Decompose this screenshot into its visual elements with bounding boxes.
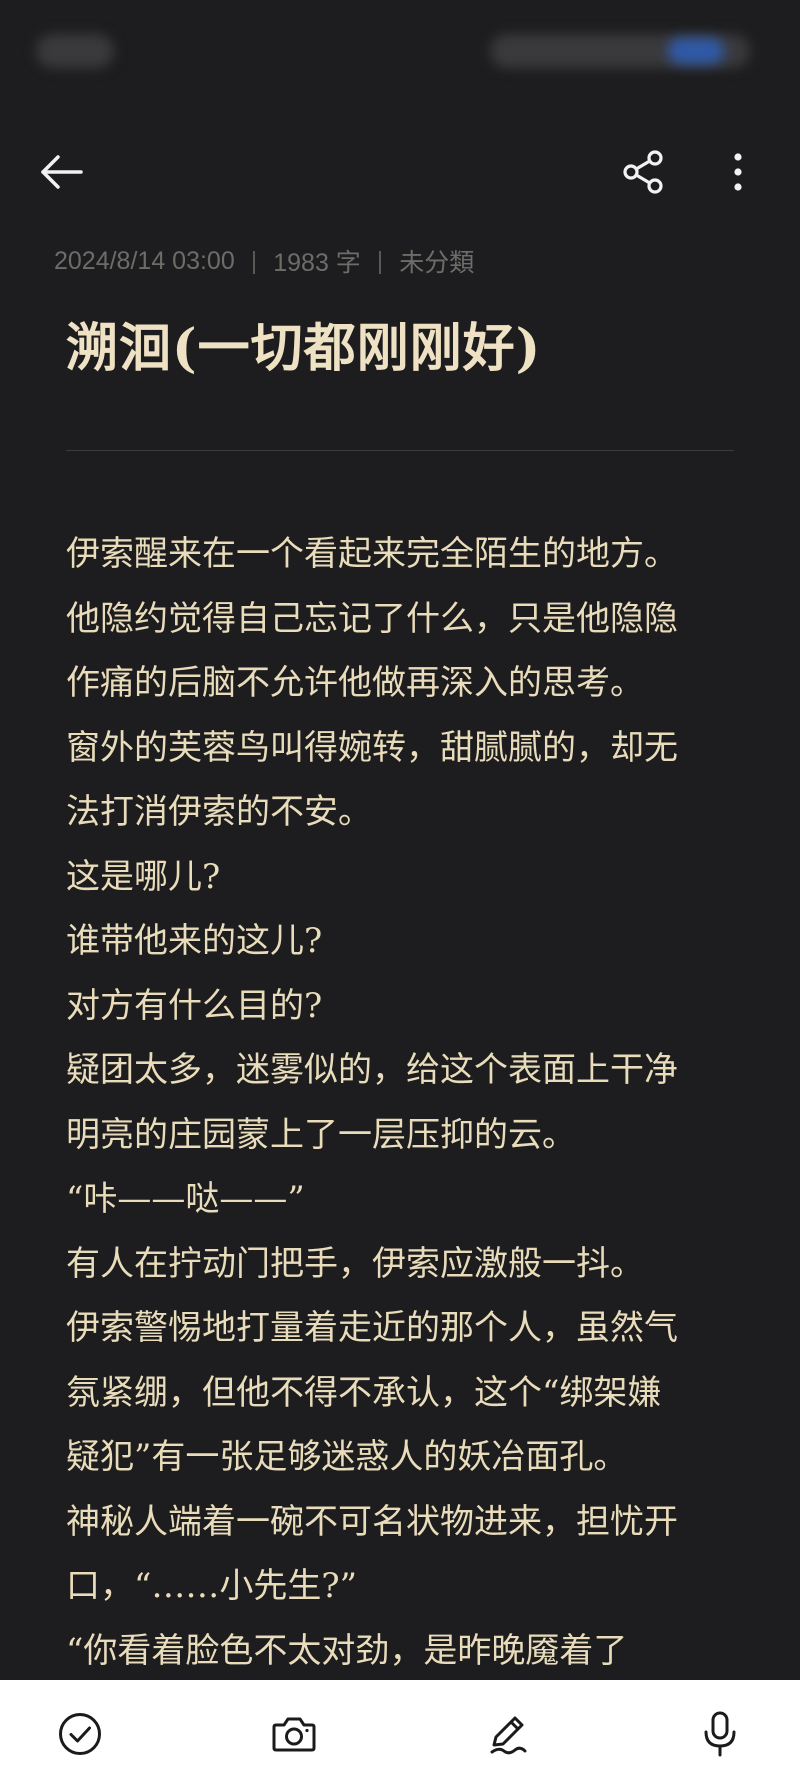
meta-separator: | bbox=[376, 246, 384, 275]
top-toolbar bbox=[0, 120, 800, 220]
note-title[interactable]: 溯洄(一切都刚刚好) bbox=[66, 312, 746, 386]
status-time-blurred bbox=[36, 34, 114, 68]
camera-button[interactable] bbox=[262, 1702, 326, 1766]
camera-icon bbox=[272, 1717, 316, 1752]
more-options-button[interactable] bbox=[706, 140, 770, 204]
pen-icon bbox=[490, 1716, 527, 1755]
body-line: 神秘人端着一碗不可名状物进来，担忧开 bbox=[66, 1501, 678, 1542]
arrow-left-icon bbox=[41, 155, 83, 189]
body-line: “咔——哒——” bbox=[66, 1179, 305, 1219]
status-bar bbox=[0, 0, 800, 110]
note-category[interactable]: 未分類 bbox=[399, 243, 474, 279]
body-line: 伊索醒来在一个看起来完全陌生的地方。 bbox=[66, 534, 678, 574]
body-line: 对方有什么目的? bbox=[66, 985, 323, 1026]
back-button[interactable] bbox=[30, 140, 94, 204]
note-meta: 2024/8/14 03:00 | 1983 字 | 未分類 bbox=[54, 244, 474, 278]
bottom-action-bar bbox=[0, 1680, 800, 1787]
body-line: 明亮的庄园蒙上了一层压抑的云。 bbox=[66, 1114, 576, 1155]
body-line: 有人在拧动门把手，伊索应激般一抖。 bbox=[66, 1243, 644, 1284]
body-line: 疑团太多，迷雾似的，给这个表面上干净 bbox=[66, 1050, 678, 1090]
body-line: 他隐约觉得自己忘记了什么，只是他隐隐 bbox=[66, 598, 678, 639]
body-line: 氛紧绷，但他不得不承认，这个“绑架嫌 bbox=[66, 1372, 662, 1413]
microphone-icon bbox=[704, 1711, 736, 1757]
body-line: 作痛的后脑不允许他做再深入的思考。 bbox=[66, 663, 644, 703]
note-word-count: 1983 字 bbox=[273, 249, 361, 277]
body-line: 窗外的芙蓉鸟叫得婉转，甜腻腻的，却无 bbox=[66, 727, 678, 768]
voice-input-button[interactable] bbox=[688, 1702, 752, 1766]
body-line: 谁带他来的这儿? bbox=[66, 921, 323, 961]
battery-indicator-blurred bbox=[668, 38, 724, 64]
checklist-button[interactable] bbox=[48, 1702, 112, 1766]
body-line: 这是哪儿? bbox=[66, 856, 221, 897]
body-line: 疑犯”有一张足够迷惑人的妖冶面孔。 bbox=[66, 1437, 628, 1477]
share-button[interactable] bbox=[612, 140, 676, 204]
body-line: 法打消伊索的不安。 bbox=[66, 792, 372, 832]
more-vertical-icon bbox=[734, 153, 742, 191]
share-icon bbox=[623, 150, 663, 194]
body-line: 口，“……小先生?” bbox=[66, 1566, 357, 1606]
handwriting-button[interactable] bbox=[476, 1702, 540, 1766]
meta-separator: | bbox=[250, 246, 258, 275]
note-datetime: 2024/8/14 03:00 bbox=[54, 246, 235, 275]
body-line: 伊索警惕地打量着走近的那个人，虽然气 bbox=[66, 1308, 678, 1348]
note-body[interactable]: 伊索醒来在一个看起来完全陌生的地方。 他隐约觉得自己忘记了什么，只是他隐隐 作痛… bbox=[66, 522, 746, 1683]
title-divider bbox=[66, 450, 734, 451]
check-circle-icon bbox=[59, 1713, 101, 1755]
body-line: “你看着脸色不太对劲，是昨晚魇着了 bbox=[66, 1630, 628, 1671]
